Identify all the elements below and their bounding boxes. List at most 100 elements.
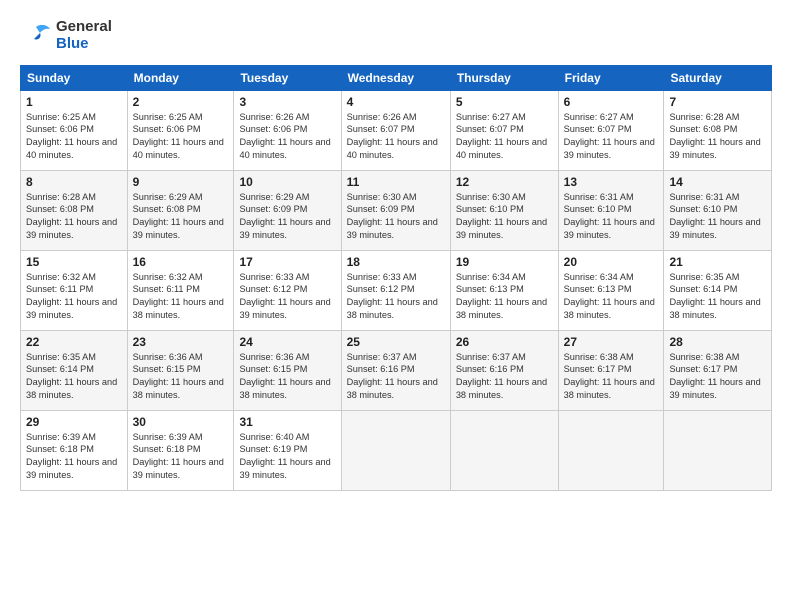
logo-blue-label: Blue (56, 35, 112, 52)
page: General Blue SundayMondayTuesdayWednesda… (0, 0, 792, 501)
day-info: Sunrise: 6:39 AM Sunset: 6:18 PM Dayligh… (26, 431, 122, 483)
day-number: 18 (347, 255, 445, 269)
day-info: Sunrise: 6:30 AM Sunset: 6:10 PM Dayligh… (456, 191, 553, 243)
calendar-cell: 19 Sunrise: 6:34 AM Sunset: 6:13 PM Dayl… (450, 250, 558, 330)
day-info: Sunrise: 6:35 AM Sunset: 6:14 PM Dayligh… (26, 351, 122, 403)
day-info: Sunrise: 6:31 AM Sunset: 6:10 PM Dayligh… (669, 191, 766, 243)
header: General Blue (20, 18, 772, 53)
day-info: Sunrise: 6:26 AM Sunset: 6:06 PM Dayligh… (239, 111, 335, 163)
day-number: 11 (347, 175, 445, 189)
day-number: 23 (133, 335, 229, 349)
day-info: Sunrise: 6:30 AM Sunset: 6:09 PM Dayligh… (347, 191, 445, 243)
calendar-cell: 11 Sunrise: 6:30 AM Sunset: 6:09 PM Dayl… (341, 170, 450, 250)
day-number: 5 (456, 95, 553, 109)
calendar-week-3: 15 Sunrise: 6:32 AM Sunset: 6:11 PM Dayl… (21, 250, 772, 330)
day-info: Sunrise: 6:27 AM Sunset: 6:07 PM Dayligh… (564, 111, 659, 163)
day-info: Sunrise: 6:36 AM Sunset: 6:15 PM Dayligh… (133, 351, 229, 403)
day-info: Sunrise: 6:33 AM Sunset: 6:12 PM Dayligh… (239, 271, 335, 323)
calendar-cell: 9 Sunrise: 6:29 AM Sunset: 6:08 PM Dayli… (127, 170, 234, 250)
day-info: Sunrise: 6:34 AM Sunset: 6:13 PM Dayligh… (456, 271, 553, 323)
logo-bird-icon (20, 19, 52, 51)
calendar-body: 1 Sunrise: 6:25 AM Sunset: 6:06 PM Dayli… (21, 90, 772, 490)
day-info: Sunrise: 6:25 AM Sunset: 6:06 PM Dayligh… (133, 111, 229, 163)
calendar-cell: 21 Sunrise: 6:35 AM Sunset: 6:14 PM Dayl… (664, 250, 772, 330)
calendar-week-2: 8 Sunrise: 6:28 AM Sunset: 6:08 PM Dayli… (21, 170, 772, 250)
day-number: 12 (456, 175, 553, 189)
day-info: Sunrise: 6:27 AM Sunset: 6:07 PM Dayligh… (456, 111, 553, 163)
calendar-cell: 27 Sunrise: 6:38 AM Sunset: 6:17 PM Dayl… (558, 330, 664, 410)
day-number: 13 (564, 175, 659, 189)
calendar-cell: 18 Sunrise: 6:33 AM Sunset: 6:12 PM Dayl… (341, 250, 450, 330)
day-number: 15 (26, 255, 122, 269)
day-info: Sunrise: 6:28 AM Sunset: 6:08 PM Dayligh… (669, 111, 766, 163)
day-number: 28 (669, 335, 766, 349)
day-number: 6 (564, 95, 659, 109)
day-number: 19 (456, 255, 553, 269)
calendar-cell: 26 Sunrise: 6:37 AM Sunset: 6:16 PM Dayl… (450, 330, 558, 410)
day-info: Sunrise: 6:35 AM Sunset: 6:14 PM Dayligh… (669, 271, 766, 323)
day-info: Sunrise: 6:33 AM Sunset: 6:12 PM Dayligh… (347, 271, 445, 323)
calendar-cell: 14 Sunrise: 6:31 AM Sunset: 6:10 PM Dayl… (664, 170, 772, 250)
calendar-cell: 23 Sunrise: 6:36 AM Sunset: 6:15 PM Dayl… (127, 330, 234, 410)
weekday-header-friday: Friday (558, 65, 664, 90)
day-info: Sunrise: 6:36 AM Sunset: 6:15 PM Dayligh… (239, 351, 335, 403)
calendar-table: SundayMondayTuesdayWednesdayThursdayFrid… (20, 65, 772, 491)
calendar-cell: 17 Sunrise: 6:33 AM Sunset: 6:12 PM Dayl… (234, 250, 341, 330)
calendar-week-5: 29 Sunrise: 6:39 AM Sunset: 6:18 PM Dayl… (21, 410, 772, 490)
day-info: Sunrise: 6:25 AM Sunset: 6:06 PM Dayligh… (26, 111, 122, 163)
day-number: 26 (456, 335, 553, 349)
calendar-cell (558, 410, 664, 490)
day-number: 21 (669, 255, 766, 269)
calendar-week-4: 22 Sunrise: 6:35 AM Sunset: 6:14 PM Dayl… (21, 330, 772, 410)
calendar-cell: 7 Sunrise: 6:28 AM Sunset: 6:08 PM Dayli… (664, 90, 772, 170)
calendar-cell: 13 Sunrise: 6:31 AM Sunset: 6:10 PM Dayl… (558, 170, 664, 250)
day-number: 10 (239, 175, 335, 189)
calendar-cell: 10 Sunrise: 6:29 AM Sunset: 6:09 PM Dayl… (234, 170, 341, 250)
calendar-cell (341, 410, 450, 490)
weekday-header-row: SundayMondayTuesdayWednesdayThursdayFrid… (21, 65, 772, 90)
calendar-cell: 24 Sunrise: 6:36 AM Sunset: 6:15 PM Dayl… (234, 330, 341, 410)
day-number: 29 (26, 415, 122, 429)
logo-general-label: General (56, 18, 112, 35)
day-number: 17 (239, 255, 335, 269)
logo-text-block: General Blue (20, 18, 112, 53)
day-number: 2 (133, 95, 229, 109)
calendar-cell: 22 Sunrise: 6:35 AM Sunset: 6:14 PM Dayl… (21, 330, 128, 410)
day-number: 4 (347, 95, 445, 109)
day-number: 8 (26, 175, 122, 189)
day-number: 20 (564, 255, 659, 269)
day-info: Sunrise: 6:37 AM Sunset: 6:16 PM Dayligh… (456, 351, 553, 403)
calendar-cell: 20 Sunrise: 6:34 AM Sunset: 6:13 PM Dayl… (558, 250, 664, 330)
calendar-cell: 31 Sunrise: 6:40 AM Sunset: 6:19 PM Dayl… (234, 410, 341, 490)
calendar-cell: 5 Sunrise: 6:27 AM Sunset: 6:07 PM Dayli… (450, 90, 558, 170)
day-info: Sunrise: 6:32 AM Sunset: 6:11 PM Dayligh… (26, 271, 122, 323)
calendar-cell: 29 Sunrise: 6:39 AM Sunset: 6:18 PM Dayl… (21, 410, 128, 490)
calendar-cell: 12 Sunrise: 6:30 AM Sunset: 6:10 PM Dayl… (450, 170, 558, 250)
calendar-cell: 16 Sunrise: 6:32 AM Sunset: 6:11 PM Dayl… (127, 250, 234, 330)
day-info: Sunrise: 6:32 AM Sunset: 6:11 PM Dayligh… (133, 271, 229, 323)
calendar-cell: 8 Sunrise: 6:28 AM Sunset: 6:08 PM Dayli… (21, 170, 128, 250)
logo: General Blue (20, 18, 112, 53)
calendar-cell: 25 Sunrise: 6:37 AM Sunset: 6:16 PM Dayl… (341, 330, 450, 410)
day-info: Sunrise: 6:28 AM Sunset: 6:08 PM Dayligh… (26, 191, 122, 243)
calendar-cell: 2 Sunrise: 6:25 AM Sunset: 6:06 PM Dayli… (127, 90, 234, 170)
calendar-week-1: 1 Sunrise: 6:25 AM Sunset: 6:06 PM Dayli… (21, 90, 772, 170)
weekday-header-tuesday: Tuesday (234, 65, 341, 90)
calendar-cell (664, 410, 772, 490)
day-info: Sunrise: 6:29 AM Sunset: 6:08 PM Dayligh… (133, 191, 229, 243)
weekday-header-saturday: Saturday (664, 65, 772, 90)
day-number: 27 (564, 335, 659, 349)
calendar-header: SundayMondayTuesdayWednesdayThursdayFrid… (21, 65, 772, 90)
calendar-cell (450, 410, 558, 490)
day-number: 31 (239, 415, 335, 429)
calendar-cell: 3 Sunrise: 6:26 AM Sunset: 6:06 PM Dayli… (234, 90, 341, 170)
calendar-cell: 1 Sunrise: 6:25 AM Sunset: 6:06 PM Dayli… (21, 90, 128, 170)
day-number: 22 (26, 335, 122, 349)
day-info: Sunrise: 6:26 AM Sunset: 6:07 PM Dayligh… (347, 111, 445, 163)
day-number: 14 (669, 175, 766, 189)
calendar-cell: 6 Sunrise: 6:27 AM Sunset: 6:07 PM Dayli… (558, 90, 664, 170)
day-number: 16 (133, 255, 229, 269)
day-number: 7 (669, 95, 766, 109)
day-number: 1 (26, 95, 122, 109)
calendar-cell: 30 Sunrise: 6:39 AM Sunset: 6:18 PM Dayl… (127, 410, 234, 490)
